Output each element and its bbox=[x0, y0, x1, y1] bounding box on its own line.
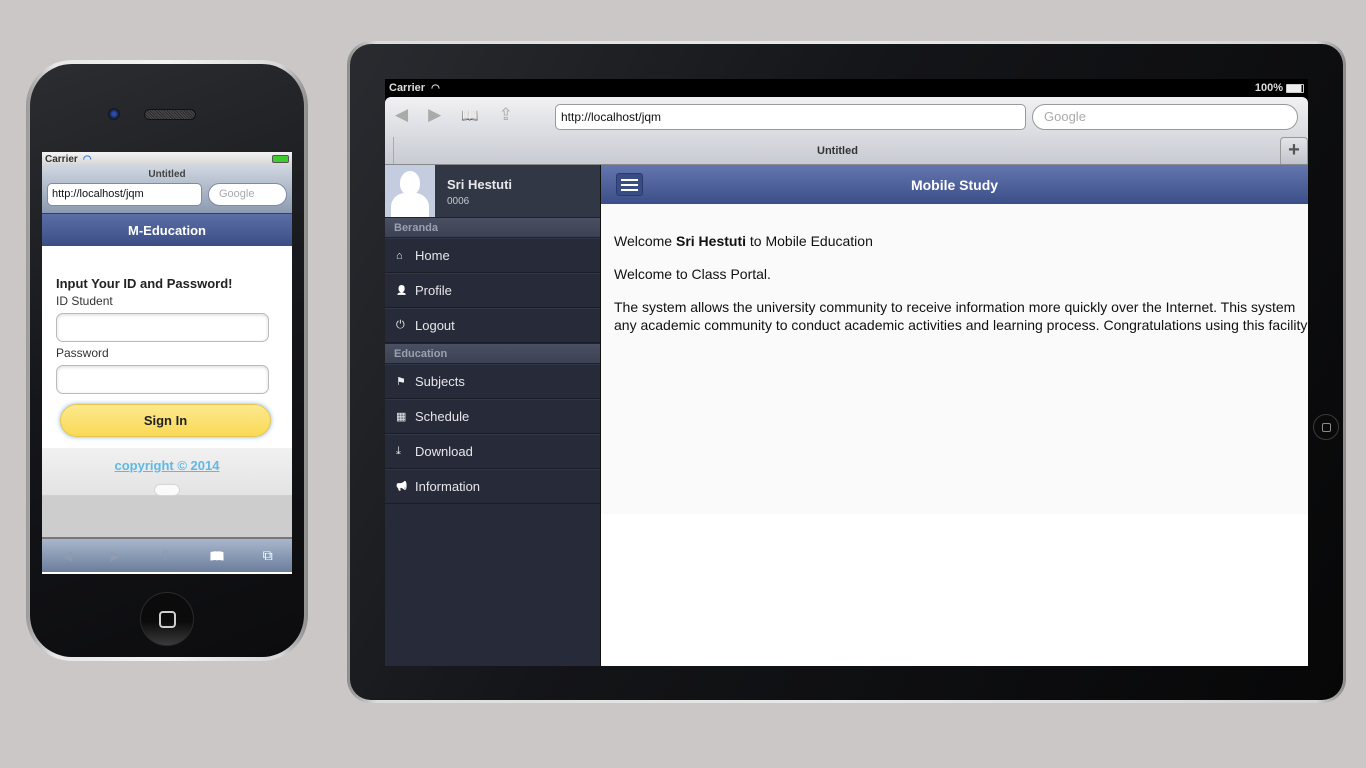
speaker-grille bbox=[144, 109, 196, 120]
description-line-2: any academic community to conduct academ… bbox=[614, 317, 1308, 333]
battery-indicator: 100% bbox=[1255, 82, 1304, 94]
description-text: The system allows the university communi… bbox=[614, 298, 1308, 334]
section-education: Education bbox=[385, 343, 600, 364]
url-field[interactable]: http://localhost/jqm bbox=[555, 104, 1026, 130]
menu-item-label: Profile bbox=[415, 283, 452, 298]
share-icon[interactable]: ⇪ bbox=[499, 105, 513, 125]
page-content: Welcome Sri Hestuti to Mobile Education … bbox=[601, 204, 1308, 514]
camera-icon bbox=[108, 108, 120, 120]
menu-item-label: Home bbox=[415, 248, 450, 263]
wifi-icon: ◠ bbox=[82, 153, 92, 165]
menu-item-schedule[interactable]: ▦ Schedule bbox=[385, 399, 600, 434]
ipad-device: Carrier ◠ 100% ◀ ▶ 📖 ⇪ http://localhost/… bbox=[347, 41, 1346, 703]
main-page: Mobile Study Welcome Sri Hestuti to Mobi… bbox=[601, 165, 1308, 666]
welcome-suffix: to Mobile Education bbox=[746, 233, 873, 249]
home-button[interactable] bbox=[1313, 414, 1339, 440]
section-beranda: Beranda bbox=[385, 217, 600, 238]
browser-chrome: Untitled http://localhost/jqm Google bbox=[42, 166, 292, 213]
page-header: Mobile Study bbox=[601, 165, 1308, 204]
app-footer: copyright © 2014 bbox=[42, 448, 292, 496]
browser-toolbar: ◀ ▶ ⇪ 📖 ⧉ bbox=[42, 539, 292, 572]
password-input[interactable] bbox=[56, 365, 269, 394]
megaphone-icon: 📢 bbox=[396, 481, 408, 491]
bookmarks-icon[interactable]: 📖 bbox=[210, 549, 225, 563]
menu-item-label: Information bbox=[415, 479, 481, 494]
user-name: Sri Hestuti bbox=[447, 177, 513, 192]
tab-title: Untitled bbox=[148, 169, 186, 180]
side-panel: Sri Hestuti 0006 Beranda ⌂ Home 👤 Profile … bbox=[385, 165, 601, 666]
back-icon[interactable]: ◀ bbox=[61, 547, 72, 564]
page-title: Mobile Study bbox=[910, 176, 999, 193]
tabs-icon[interactable]: ⧉ bbox=[263, 547, 273, 564]
menu-item-label: Download bbox=[415, 444, 473, 459]
menu-item-information[interactable]: 📢 Information bbox=[385, 469, 600, 504]
user-id: 0006 bbox=[447, 196, 470, 207]
iphone-device: Carrier ◠ Untitled http://localhost/jqm … bbox=[26, 60, 308, 661]
menu-item-label: Logout bbox=[415, 318, 455, 333]
menu-item-profile[interactable]: 👤 Profile bbox=[385, 273, 600, 308]
password-label: Password bbox=[56, 346, 109, 360]
avatar bbox=[385, 165, 435, 217]
app-body: Sri Hestuti 0006 Beranda ⌂ Home 👤 Profile … bbox=[385, 165, 1308, 666]
browser-chrome: ◀ ▶ 📖 ⇪ http://localhost/jqm Google Unti… bbox=[385, 97, 1308, 165]
menu-toggle-button[interactable] bbox=[616, 173, 643, 196]
home-square-icon bbox=[1321, 422, 1331, 432]
battery-icon bbox=[272, 155, 289, 163]
menu-item-label: Subjects bbox=[415, 374, 465, 389]
battery-icon bbox=[1286, 83, 1304, 93]
app-header: M-Education bbox=[42, 213, 292, 246]
download-icon: ⤓ bbox=[396, 445, 401, 457]
id-student-input[interactable] bbox=[56, 313, 269, 342]
power-icon: ⏻ bbox=[396, 319, 405, 331]
portal-text: Welcome to Class Portal. bbox=[614, 266, 771, 282]
share-icon[interactable]: ⇪ bbox=[159, 547, 171, 564]
browser-nav: ◀ ▶ 📖 ⇪ bbox=[395, 105, 513, 125]
user-profile: Sri Hestuti 0006 bbox=[385, 165, 600, 217]
search-field[interactable]: Google bbox=[1032, 104, 1298, 130]
sign-in-button[interactable]: Sign In bbox=[60, 404, 271, 437]
carrier-label: Carrier bbox=[45, 153, 78, 165]
forward-icon[interactable]: ▶ bbox=[428, 105, 441, 125]
battery-percent: 100% bbox=[1254, 82, 1283, 94]
menu-item-home[interactable]: ⌂ Home bbox=[385, 238, 600, 273]
calendar-icon: ▦ bbox=[396, 411, 407, 423]
flag-icon: ⚑ bbox=[396, 376, 406, 388]
user-icon: 👤 bbox=[396, 285, 408, 295]
status-bar: Carrier ◠ 100% bbox=[385, 79, 1308, 97]
copyright-link[interactable]: copyright © 2014 bbox=[115, 458, 220, 473]
menu-item-label: Schedule bbox=[415, 409, 470, 424]
home-button[interactable] bbox=[140, 592, 194, 646]
welcome-name: Sri Hestuti bbox=[675, 233, 746, 249]
ipad-screen: Carrier ◠ 100% ◀ ▶ 📖 ⇪ http://localhost/… bbox=[385, 79, 1308, 666]
wifi-icon: ◠ bbox=[431, 82, 440, 94]
home-square-icon bbox=[158, 610, 176, 628]
carrier-label: Carrier bbox=[389, 82, 426, 94]
login-form: Input Your ID and Password! ID Student P… bbox=[42, 246, 292, 448]
form-heading: Input Your ID and Password! bbox=[56, 276, 233, 291]
page-filler bbox=[42, 496, 292, 539]
home-icon: ⌂ bbox=[396, 249, 403, 262]
id-student-label: ID Student bbox=[56, 294, 113, 308]
iphone-screen: Carrier ◠ Untitled http://localhost/jqm … bbox=[42, 152, 292, 574]
back-icon[interactable]: ◀ bbox=[395, 105, 408, 125]
description-line-1: The system allows the university communi… bbox=[614, 299, 1296, 315]
menu-item-logout[interactable]: ⏻ Logout bbox=[385, 308, 600, 343]
menu-item-subjects[interactable]: ⚑ Subjects bbox=[385, 364, 600, 399]
status-bar: Carrier ◠ bbox=[42, 152, 292, 166]
menu-item-download[interactable]: ⤓ Download bbox=[385, 434, 600, 469]
bookmarks-icon[interactable]: 📖 bbox=[461, 107, 478, 124]
welcome-text: Welcome Sri Hestuti to Mobile Education bbox=[614, 232, 1308, 250]
new-tab-button[interactable]: + bbox=[1280, 137, 1308, 164]
forward-icon[interactable]: ▶ bbox=[110, 547, 121, 564]
url-field[interactable]: http://localhost/jqm bbox=[47, 183, 202, 206]
scroll-pill bbox=[154, 484, 180, 496]
welcome-prefix: Welcome bbox=[614, 233, 676, 249]
tab-untitled[interactable]: Untitled bbox=[393, 137, 1281, 164]
search-field[interactable]: Google bbox=[208, 183, 287, 206]
